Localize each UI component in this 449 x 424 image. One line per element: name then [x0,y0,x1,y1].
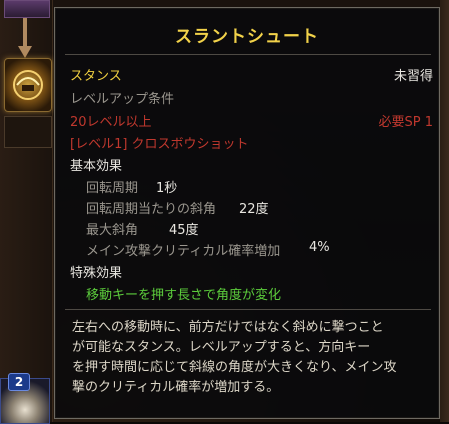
required-sp: 必要SP 1 [378,115,434,130]
skill-level-badge: 2 [8,373,30,391]
effect-value: 4% [309,240,330,255]
description-line: を押す時間に応じて斜線の角度が大きくなり、メイン攻 [72,360,397,375]
effect-label: 回転周期 [86,181,139,196]
skill-slot-lower[interactable] [4,116,52,148]
effect-value: 1秒 [156,181,178,196]
crossbow-emblem-icon [13,70,43,100]
basic-effect-header: 基本効果 [70,159,123,174]
levelup-header: レベルアップ条件 [70,92,175,107]
description-line: が可能なスタンス。レベルアップすると、方向キー [72,340,371,355]
skill-slot-top[interactable] [4,0,50,18]
effect-label: 回転周期当たりの斜角 [86,202,217,217]
skill-name: スラントシュート [175,27,319,47]
description-line: 左右への移動時に、前方だけではなく斜めに撃つこと [72,320,384,335]
effect-value: 45度 [169,223,199,238]
learn-status: 未習得 [393,69,433,84]
effect-value: 22度 [239,202,269,217]
special-effect: 移動キーを押す長さで角度が変化 [86,288,282,303]
skill-type: スタンス [70,69,122,84]
stance-skill-icon[interactable] [4,58,52,112]
effect-label: メイン攻撃クリティカル確率増加 [86,244,281,259]
window-edge [440,0,449,422]
required-skill: [レベル1] クロスボウショット [70,137,249,152]
skill-description: 左右への移動時に、前方だけではなく斜めに撃つこと が可能なスタンス。レベルアップ… [72,318,428,398]
skill-tooltip: スラントシュート スタンス 未習得 レベルアップ条件 20レベル以上 必要SP … [54,7,440,419]
special-effect-header: 特殊効果 [70,266,123,281]
arrow-down-icon [18,18,32,58]
effect-label: 最大斜角 [86,223,139,238]
required-level: 20レベル以上 [70,115,152,130]
title-divider [65,54,431,55]
description-divider [65,309,431,310]
description-line: 撃のクリティカル確率が増加する。 [72,380,280,395]
